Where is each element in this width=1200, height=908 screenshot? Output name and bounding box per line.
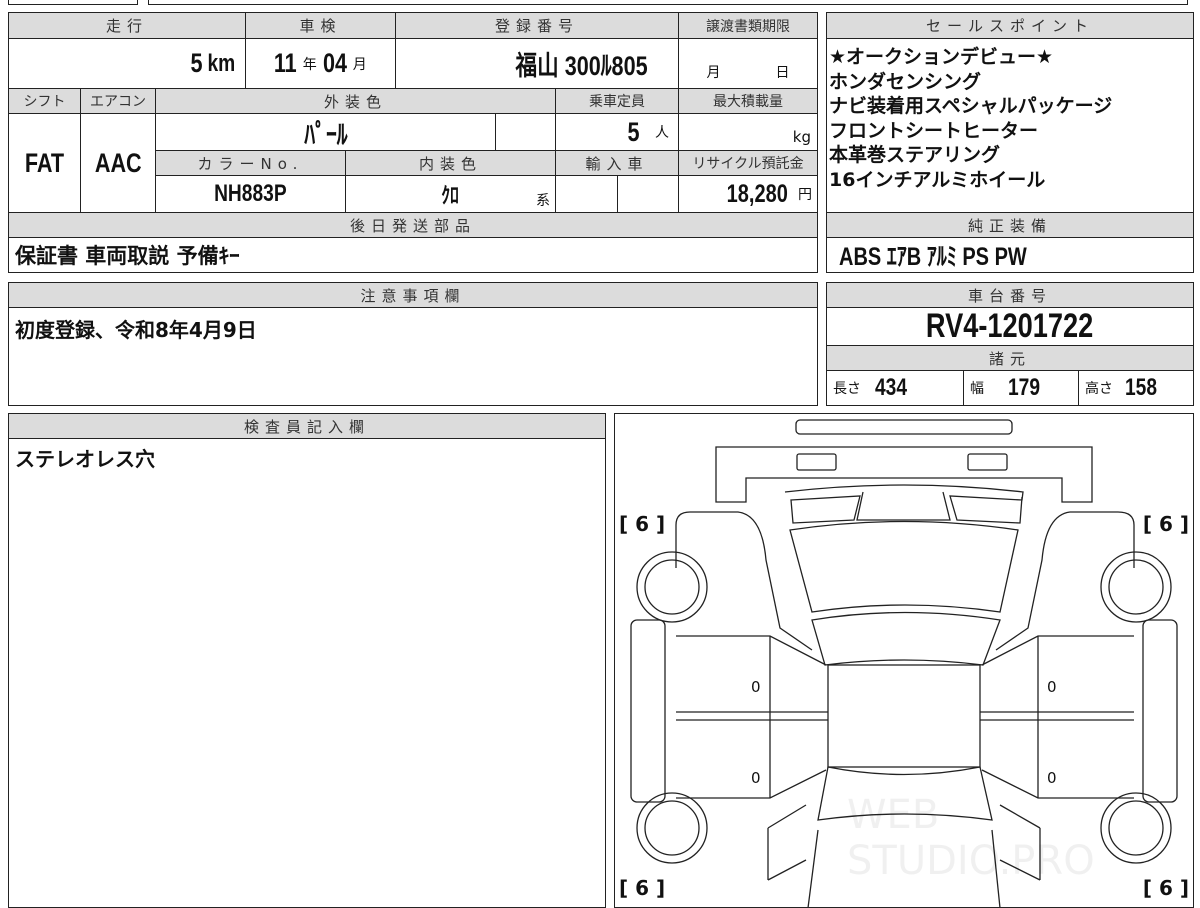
import-value-2 [617,175,679,213]
equipment-value: ABS ｴｱB ｱﾙﾐ PS PW [826,237,1194,273]
sales-item: ★オークションデビュー★ [829,46,1054,68]
interior-label: 内装色 [345,150,556,176]
equipment-label: 純正装備 [826,212,1194,238]
ac-value: AAC [80,113,156,213]
notes-label: 注意事項欄 [8,282,818,308]
transfer-value: 月日 [678,38,818,89]
exterior-extra [495,113,556,151]
watermark: WEB STUDIO.PRO [847,792,1095,884]
shift-label: シフト [8,88,81,114]
mileage-label: 走行 [8,12,246,39]
tire-tread-rear-left: [ 6 ] [619,876,666,900]
sales-list: ★オークションデビュー★ ホンダセンシング ナビ装着用スペシャルパッケージ フロ… [826,38,1194,213]
load-value: kg [678,113,818,151]
specs-label: 諸元 [826,345,1194,371]
shaken-value: 11 年 04 月 [245,38,396,89]
plate-label: 登録番号 [395,12,679,39]
tire-tread-front-right: [ 6 ] [1142,512,1189,536]
door-mark: 0 [1047,769,1057,787]
mileage-value: 5 km [8,38,246,89]
exterior-value: ﾊﾟｰﾙ [155,113,496,151]
inspector-label: 検査員記入欄 [8,413,606,439]
chassis-label: 車台番号 [826,282,1194,308]
car-diagram: [ 6 ] [ 6 ] [ 6 ] [ 6 ] 0 0 0 0 WEB STUD… [614,413,1194,908]
sales-item: ホンダセンシング [829,70,982,93]
import-label: 輸入車 [555,150,679,176]
recycle-label: リサイクル預託金 [678,150,818,176]
colorno-value: NH883P [155,175,346,213]
exterior-label: 外装色 [155,88,556,114]
plate-value: 福山 300ﾙ805 [395,38,679,89]
sales-item: 本革巻ステアリング [829,144,1001,166]
import-value-1 [555,175,618,213]
transfer-label: 譲渡書類期限 [678,12,818,39]
door-mark: 0 [751,678,761,696]
spec-width: 幅 179 [963,370,1079,406]
colorno-label: カラーNo. [155,150,346,176]
capacity-value: 5人 [555,113,679,151]
spec-length: 長さ 434 [826,370,964,406]
chassis-value: RV4-1201722 [826,307,1194,346]
sales-item: フロントシートヒーター [829,119,1039,142]
sales-label: セールスポイント [826,12,1194,39]
sales-item: ナビ装着用スペシャルパッケージ [829,95,1113,117]
spec-height: 高さ 158 [1078,370,1194,406]
shaken-label: 車検 [245,12,396,39]
ac-label: エアコン [80,88,156,114]
door-mark: 0 [751,769,761,787]
tire-tread-front-left: [ 6 ] [619,512,666,536]
notes-value: 初度登録、令和8年4月9日 [8,307,818,406]
later-label: 後日発送部品 [8,212,818,238]
sales-item: 16インチアルミホイール [829,168,1046,191]
capacity-label: 乗車定員 [555,88,679,114]
door-mark: 0 [1047,678,1057,696]
recycle-value: 18,280 円 [678,175,818,213]
load-label: 最大積載量 [678,88,818,114]
inspector-value: ステレオレス穴 [8,438,606,908]
shift-value: FAT [8,113,81,213]
interior-value: ｸﾛ系 [345,175,556,213]
top-strip-cell [8,0,138,5]
top-strip-cell [148,0,1188,5]
later-value: 保証書 車両取説 予備ｷｰ [8,237,818,273]
